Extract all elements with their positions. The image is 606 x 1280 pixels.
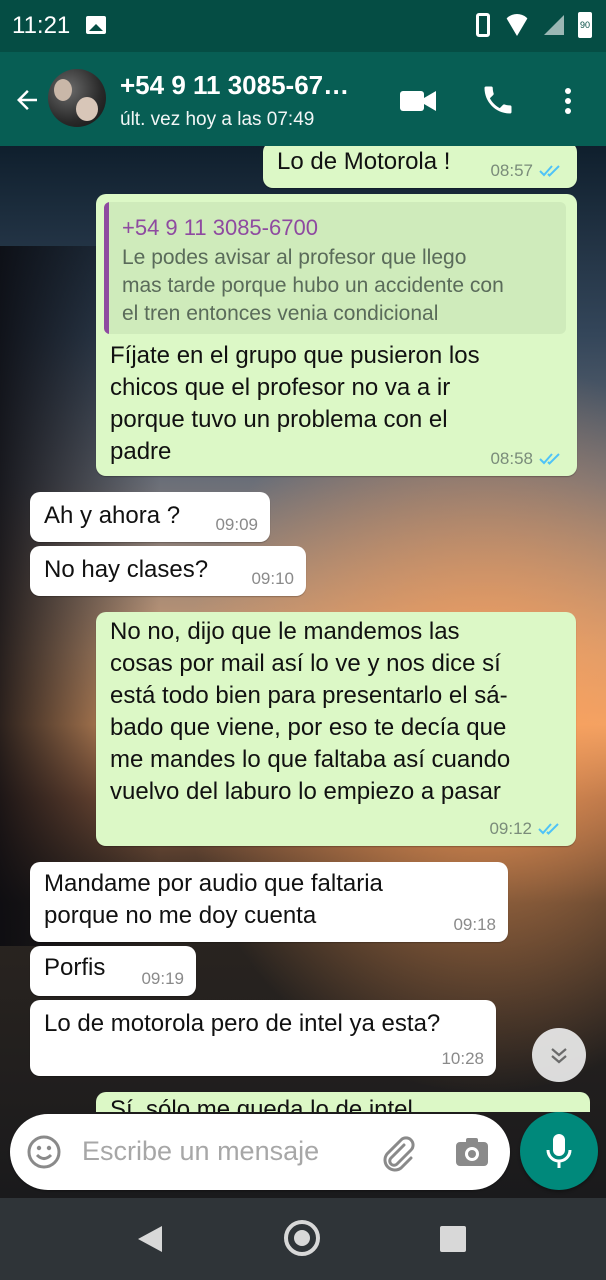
- quote-sender: +54 9 11 3085-6700: [122, 215, 318, 240]
- video-call-icon[interactable]: [400, 90, 436, 112]
- message-time: 08:58: [490, 449, 533, 468]
- message-text: Porfis: [44, 954, 106, 981]
- message-incoming[interactable]: Lo de motorola pero de intel ya esta? 10…: [30, 1000, 496, 1076]
- status-time: 11:21: [12, 12, 71, 39]
- battery-icon: 90: [578, 12, 592, 38]
- message-time: 09:09: [215, 515, 258, 534]
- wifi-icon: [504, 14, 530, 36]
- message-incoming[interactable]: Mandame por audio que faltaria porque no…: [30, 862, 508, 942]
- quote-text: Le podes avisar al profesor que llego ma…: [122, 246, 504, 325]
- scroll-to-bottom-button[interactable]: [532, 1028, 586, 1082]
- attach-icon[interactable]: [378, 1134, 416, 1172]
- last-seen: últ. vez hoy a las 07:49: [120, 109, 315, 130]
- message-outgoing-partial[interactable]: Sí, sólo me queda lo de intel: [96, 1092, 590, 1112]
- contact-avatar[interactable]: [48, 69, 106, 127]
- message-incoming[interactable]: Porfis 09:19: [30, 946, 196, 996]
- message-text: Fíjate en el grupo que pusieron los chic…: [110, 342, 480, 465]
- message-time: 09:12: [489, 819, 532, 838]
- chat-header: +54 9 11 3085-67… últ. vez hoy a las 07:…: [0, 52, 606, 146]
- quote-bar: [104, 202, 109, 334]
- nav-home-icon[interactable]: [284, 1220, 320, 1256]
- message-incoming[interactable]: Ah y ahora ? 09:09: [30, 492, 270, 542]
- phone-icon[interactable]: [480, 82, 516, 118]
- nav-recents-icon[interactable]: [440, 1226, 466, 1252]
- message-incoming[interactable]: No hay clases? 09:10: [30, 546, 306, 596]
- chevron-down-double-icon: [551, 1048, 567, 1064]
- message-outgoing[interactable]: Lo de Motorola ! 08:57: [263, 146, 577, 188]
- quoted-message[interactable]: +54 9 11 3085-6700 Le podes avisar al pr…: [104, 202, 566, 334]
- message-text: Sí, sólo me queda lo de intel: [110, 1096, 413, 1112]
- chat-area[interactable]: Lo de Motorola ! 08:57 +54 9 11 3085-670…: [0, 146, 606, 1198]
- message-composer[interactable]: Escribe un mensaje: [10, 1114, 510, 1190]
- message-text: Mandame por audio que faltaria porque no…: [44, 870, 383, 929]
- contact-name[interactable]: +54 9 11 3085-67…: [120, 70, 349, 101]
- camera-icon[interactable]: [454, 1134, 490, 1170]
- message-time: 09:19: [141, 969, 184, 988]
- message-time: 10:28: [441, 1049, 484, 1068]
- emoji-icon[interactable]: [26, 1134, 62, 1170]
- message-time: 08:57: [490, 161, 533, 180]
- vibrate-icon: [476, 13, 490, 37]
- message-text: Lo de motorola pero de intel ya esta?: [44, 1010, 441, 1037]
- double-check-icon: [538, 823, 559, 835]
- message-input[interactable]: Escribe un mensaje: [82, 1136, 319, 1167]
- image-notification-icon: [86, 16, 106, 34]
- nav-back-icon[interactable]: [138, 1226, 162, 1252]
- status-bar: 11:21 90: [0, 0, 606, 52]
- system-nav-bar: [0, 1198, 606, 1280]
- more-options-icon[interactable]: [560, 86, 576, 116]
- message-outgoing[interactable]: No no, dijo que le mandemos las cosas po…: [96, 612, 576, 846]
- message-outgoing[interactable]: +54 9 11 3085-6700 Le podes avisar al pr…: [96, 194, 577, 476]
- double-check-icon: [539, 165, 560, 177]
- message-text: Lo de Motorola !: [277, 148, 451, 175]
- signal-icon: [544, 15, 564, 35]
- message-text: No no, dijo que le mandemos las cosas po…: [110, 618, 511, 805]
- message-time: 09:18: [453, 915, 496, 934]
- voice-record-button[interactable]: [520, 1112, 598, 1190]
- message-text: Ah y ahora ?: [44, 502, 181, 529]
- back-arrow-icon[interactable]: [12, 85, 42, 115]
- double-check-icon: [539, 453, 560, 465]
- mic-icon: [546, 1134, 572, 1168]
- message-time: 09:10: [251, 569, 294, 588]
- message-text: No hay clases?: [44, 556, 209, 583]
